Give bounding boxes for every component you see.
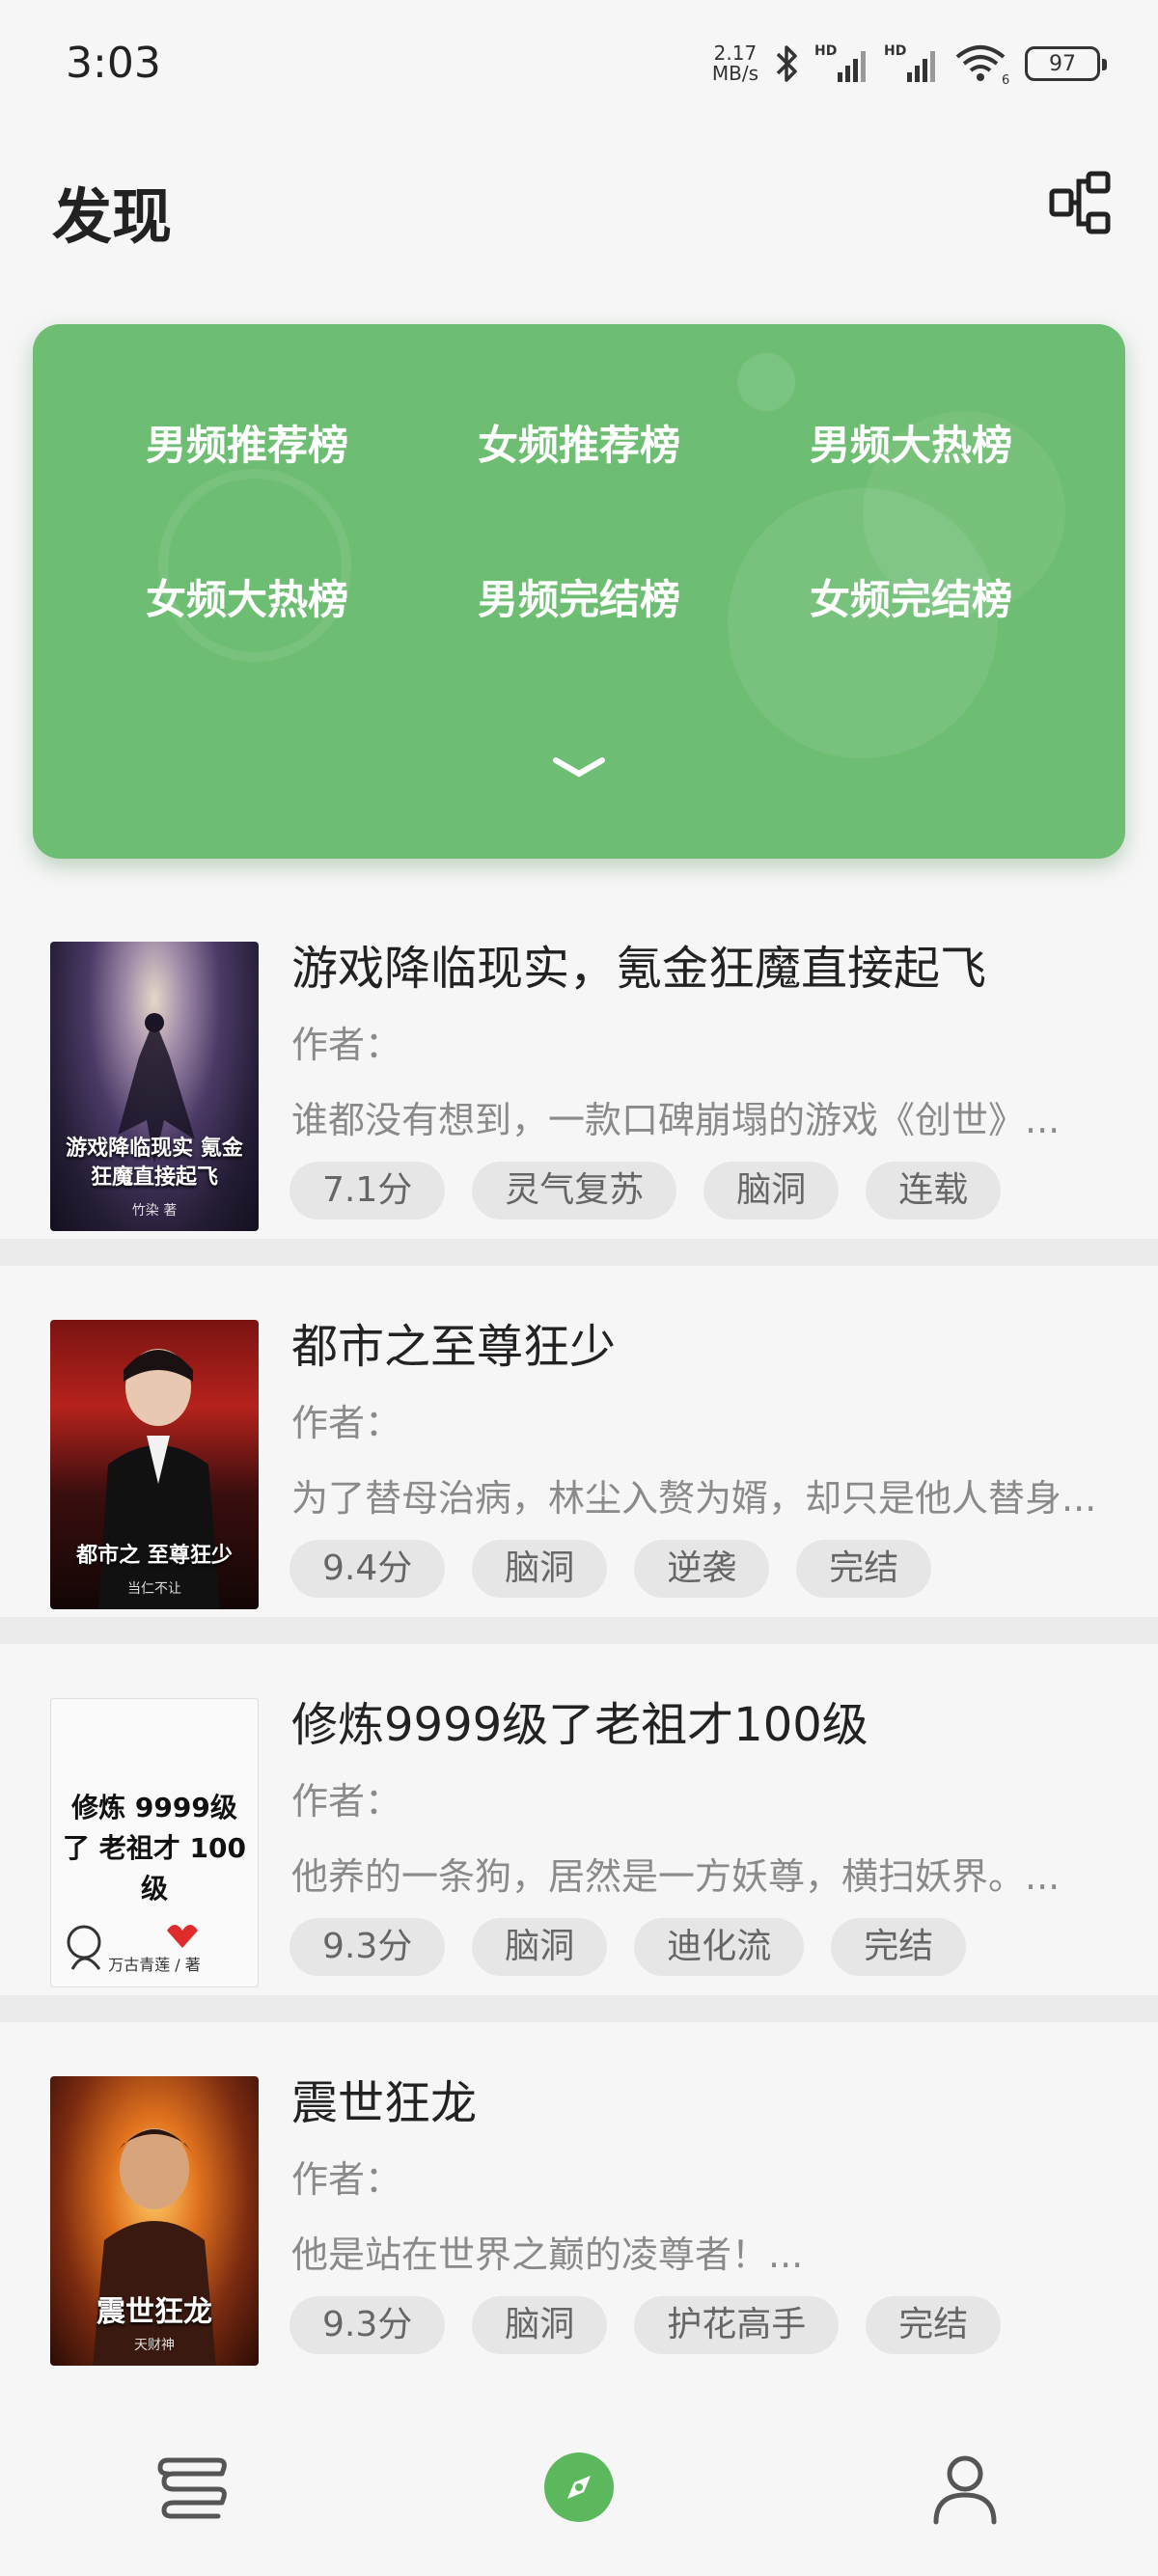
ranking-grid: 男频推荐榜 女频推荐榜 男频大热榜 女频大热榜 男频完结榜 女频完结榜 bbox=[81, 421, 1077, 625]
book-author: 作者： bbox=[291, 2158, 402, 2201]
book-tag: 脑洞 bbox=[472, 1540, 608, 1598]
ranking-card: 男频推荐榜 女频推荐榜 男频大热榜 女频大热榜 男频完结榜 女频完结榜 bbox=[33, 324, 1125, 859]
book-tags: 7.1分 灵气复苏 脑洞 连载 bbox=[290, 1162, 1002, 1219]
book-tag: 脑洞 bbox=[472, 2296, 608, 2354]
book-cover-title: 震世狂龙 bbox=[96, 2295, 212, 2329]
nav-profile[interactable] bbox=[922, 2444, 1008, 2531]
book-description: 他是站在世界之巅的凌尊者！... bbox=[291, 2233, 804, 2276]
status-bar: 3:03 2.17 MB/s HD HD 6 97 bbox=[0, 0, 1158, 125]
book-status: 连载 bbox=[866, 1162, 1002, 1219]
book-card[interactable]: 都市之 至尊狂少 当仁不让 都市之至尊狂少 作者： 为了替母治病，林尘入赘为婿，… bbox=[0, 1266, 1158, 1644]
book-tags: 9.3分 脑洞 护花高手 完结 bbox=[290, 2296, 1002, 2354]
network-speed: 2.17 MB/s bbox=[712, 43, 758, 84]
decor-circle bbox=[737, 353, 795, 411]
chevron-down-icon bbox=[553, 757, 605, 777]
book-tag: 护花高手 bbox=[634, 2296, 840, 2354]
book-cover-author: 万古青莲 / 著 bbox=[108, 1956, 201, 1974]
signal-hd-icon: HD bbox=[814, 43, 866, 82]
svg-text:HD: HD bbox=[814, 43, 837, 59]
svg-text:6: 6 bbox=[1002, 73, 1009, 86]
book-cover-author: 竹染 著 bbox=[131, 1203, 178, 1219]
bookshelf-icon bbox=[157, 2457, 227, 2519]
battery-level: 97 bbox=[1049, 51, 1076, 76]
book-card[interactable]: 游戏降临现实 氪金狂魔直接起飞 竹染 著 游戏降临现实，氪金狂魔直接起飞 作者：… bbox=[0, 888, 1158, 1266]
book-author: 作者： bbox=[291, 1402, 402, 1444]
book-cover: 修炼 9999级了 老祖才 100级 万古青莲 / 著 bbox=[50, 1698, 259, 1987]
wifi-icon: 6 bbox=[955, 45, 1009, 86]
book-cover-title: 修炼 9999级了 老祖才 100级 bbox=[63, 1792, 246, 1905]
ranking-male-hot[interactable]: 男频大热榜 bbox=[745, 421, 1077, 471]
book-cover-title: 游戏降临现实 氪金狂魔直接起飞 bbox=[66, 1137, 243, 1190]
nav-bookshelf[interactable] bbox=[150, 2444, 236, 2531]
book-status: 完结 bbox=[866, 2296, 1002, 2354]
category-button[interactable] bbox=[1046, 170, 1114, 237]
ranking-female-hot[interactable]: 女频大热榜 bbox=[81, 575, 413, 625]
book-cover-author: 天财神 bbox=[134, 2338, 175, 2353]
book-description: 为了替母治病，林尘入赘为婿，却只是他人替身... bbox=[291, 1477, 1097, 1520]
book-status: 完结 bbox=[796, 1540, 932, 1598]
book-tag: 脑洞 bbox=[703, 1162, 840, 1219]
book-cover: 游戏降临现实 氪金狂魔直接起飞 竹染 著 bbox=[50, 942, 259, 1231]
book-cover-author: 当仁不让 bbox=[127, 1581, 181, 1597]
book-tags: 9.3分 脑洞 迪化流 完结 bbox=[290, 1918, 967, 1976]
book-description: 谁都没有想到，一款口碑崩塌的游戏《创世》... bbox=[291, 1099, 1061, 1141]
book-cover: 震世狂龙 天财神 bbox=[50, 2076, 259, 2366]
ranking-female-finished[interactable]: 女频完结榜 bbox=[745, 575, 1077, 625]
book-score: 9.4分 bbox=[290, 1540, 446, 1598]
book-tag: 灵气复苏 bbox=[472, 1162, 677, 1219]
battery-indicator: 97 bbox=[1025, 46, 1107, 81]
nav-discover[interactable] bbox=[536, 2444, 622, 2531]
book-cover-title: 都市之 至尊狂少 bbox=[76, 1544, 233, 1568]
book-author: 作者： bbox=[291, 1780, 402, 1822]
book-author: 作者： bbox=[291, 1024, 402, 1066]
status-time: 3:03 bbox=[66, 39, 161, 88]
discover-compass-icon bbox=[544, 2453, 614, 2522]
bottom-navigation bbox=[0, 2417, 1158, 2576]
book-tag: 脑洞 bbox=[472, 1918, 608, 1976]
ranking-male-recommend[interactable]: 男频推荐榜 bbox=[81, 421, 413, 471]
book-title: 修炼9999级了老祖才100级 bbox=[291, 1698, 868, 1752]
network-speed-unit: MB/s bbox=[711, 62, 758, 85]
book-description: 他养的一条狗，居然是一方妖尊，横扫妖界。... bbox=[291, 1855, 1061, 1898]
book-title: 震世狂龙 bbox=[291, 2076, 478, 2130]
book-tags: 9.4分 脑洞 逆袭 完结 bbox=[290, 1540, 932, 1598]
book-tag: 迪化流 bbox=[634, 1918, 805, 1976]
app-root: 3:03 2.17 MB/s HD HD 6 97 发现 男频推荐榜 女频推荐榜… bbox=[0, 0, 1158, 2576]
network-speed-value: 2.17 bbox=[713, 41, 758, 65]
profile-icon bbox=[933, 2455, 997, 2525]
book-card[interactable]: 震世狂龙 天财神 震世狂龙 作者： 他是站在世界之巅的凌尊者！... 9.3分 … bbox=[0, 2022, 1158, 2400]
ranking-male-finished[interactable]: 男频完结榜 bbox=[413, 575, 745, 625]
book-score: 9.3分 bbox=[290, 2296, 446, 2354]
book-status: 完结 bbox=[831, 1918, 967, 1976]
book-tag: 逆袭 bbox=[634, 1540, 770, 1598]
book-list: 游戏降临现实 氪金狂魔直接起飞 竹染 著 游戏降临现实，氪金狂魔直接起飞 作者：… bbox=[0, 888, 1158, 2417]
book-cover: 都市之 至尊狂少 当仁不让 bbox=[50, 1320, 259, 1609]
page-title: 发现 bbox=[52, 181, 173, 252]
book-title: 游戏降临现实，氪金狂魔直接起飞 bbox=[291, 942, 987, 996]
book-title: 都市之至尊狂少 bbox=[291, 1320, 617, 1374]
status-icons: 2.17 MB/s HD HD 6 97 bbox=[712, 35, 1107, 93]
book-score: 9.3分 bbox=[290, 1918, 446, 1976]
category-icon bbox=[1049, 171, 1111, 234]
header: 发现 bbox=[0, 154, 1158, 260]
expand-rankings-button[interactable] bbox=[550, 749, 608, 787]
ranking-female-recommend[interactable]: 女频推荐榜 bbox=[413, 421, 745, 471]
svg-text:HD: HD bbox=[884, 43, 906, 59]
signal-hd-icon-2: HD bbox=[884, 43, 935, 82]
book-score: 7.1分 bbox=[290, 1162, 446, 1219]
book-card[interactable]: 修炼 9999级了 老祖才 100级 万古青莲 / 著 修炼9999级了老祖才1… bbox=[0, 1644, 1158, 2022]
bluetooth-icon bbox=[776, 45, 797, 82]
